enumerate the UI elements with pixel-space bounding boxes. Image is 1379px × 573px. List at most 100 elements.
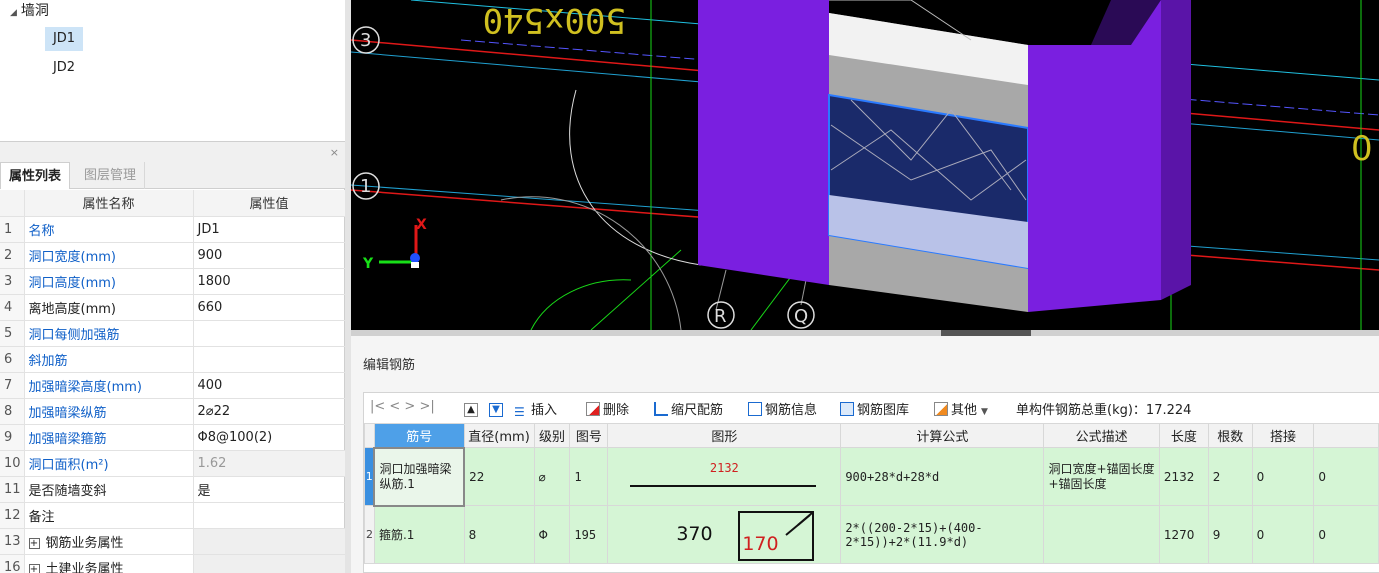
table-row[interactable]: 9 加强暗梁箍筋 Φ8@100(2) — [0, 424, 346, 451]
property-value[interactable] — [193, 346, 346, 373]
property-value[interactable] — [193, 320, 346, 347]
property-name: 是否随墙变斜 — [24, 476, 194, 503]
property-group-rebar[interactable]: + 钢筋业务属性 — [24, 528, 194, 555]
other-dropdown[interactable]: 其他 ▼ — [934, 399, 988, 418]
table-row[interactable]: 8 加强暗梁纵筋 2⌀22 — [0, 398, 346, 425]
table-row[interactable]: 6 斜加筋 — [0, 346, 346, 373]
table-row[interactable]: 1 名称 JD1 — [0, 216, 346, 243]
collapse-arrow-icon[interactable]: ◢ — [10, 8, 17, 18]
column-header-formula[interactable]: 计算公式 — [840, 423, 1045, 448]
column-header-bar-no[interactable]: 筋号 — [373, 423, 465, 448]
property-value[interactable]: 660 — [193, 294, 346, 321]
move-down-button[interactable]: ▼ — [489, 399, 506, 417]
column-header-grade[interactable]: 级别 — [533, 423, 571, 448]
cell-fig-no[interactable]: 1 — [569, 447, 609, 506]
property-value[interactable]: 是 — [193, 476, 346, 503]
cell-count[interactable]: 9 — [1207, 505, 1253, 564]
close-icon[interactable]: × — [330, 146, 339, 159]
column-header-lap[interactable]: 搭接 — [1251, 423, 1315, 448]
table-row[interactable]: 7 加强暗梁高度(mm) 400 — [0, 372, 346, 399]
table-row[interactable]: 1 洞口加强暗梁纵筋.1 22 ⌀ 1 2132 900+28*d+28*d 洞… — [364, 446, 1379, 507]
table-row[interactable]: 13 + 钢筋业务属性 — [0, 528, 346, 555]
table-row[interactable]: 5 洞口每侧加强筋 — [0, 320, 346, 347]
property-value — [193, 554, 346, 573]
axis-label-1: 1 — [360, 176, 371, 197]
insert-icon: ☰ — [514, 405, 525, 419]
cell-count[interactable]: 2 — [1207, 447, 1253, 506]
table-row[interactable]: 3 洞口高度(mm) 1800 — [0, 268, 346, 295]
table-row[interactable]: 2 洞口宽度(mm) 900 — [0, 242, 346, 269]
row-number: 3 — [0, 268, 25, 295]
cell-formula[interactable]: 900+28*d+28*d — [840, 447, 1045, 506]
cell-extra[interactable]: 0 — [1313, 447, 1379, 506]
rebar-grid-container: |< < > >| ▲ ▼ ☰ 插入 删除 缩尺配筋 钢筋信息 钢筋图库 其他 ▼ … — [363, 392, 1379, 573]
info-label: 钢筋信息 — [765, 403, 818, 418]
row-number[interactable]: 2 — [364, 505, 375, 564]
property-value[interactable]: 1800 — [193, 268, 346, 295]
cell-shape[interactable]: 370 170 — [607, 505, 842, 564]
column-header-fig-no[interactable]: 图号 — [569, 423, 609, 448]
expand-icon[interactable]: + — [28, 563, 40, 573]
cell-lap[interactable]: 0 — [1251, 505, 1315, 564]
cell-lap[interactable]: 0 — [1251, 447, 1315, 506]
property-group-civil[interactable]: + 土建业务属性 — [24, 554, 194, 573]
y-axis-label: Y — [362, 256, 374, 272]
tab-layers[interactable]: 图层管理 — [76, 162, 146, 189]
column-header-shape[interactable]: 图形 — [607, 423, 842, 448]
property-value[interactable]: 900 — [193, 242, 346, 269]
property-value[interactable]: Φ8@100(2) — [193, 424, 346, 451]
move-up-button[interactable]: ▲ — [464, 399, 481, 417]
column-header-count[interactable]: 根数 — [1207, 423, 1253, 448]
scale-rebar-button[interactable]: 缩尺配筋 — [654, 399, 723, 418]
column-header-diameter[interactable]: 直径(mm) — [463, 423, 535, 448]
property-value[interactable]: 400 — [193, 372, 346, 399]
cell-shape[interactable]: 2132 — [607, 447, 842, 506]
property-value-header: 属性值 — [193, 190, 346, 217]
cell-extra[interactable]: 0 — [1313, 505, 1379, 564]
cad-viewport[interactable]: 500x540 0 3 1 R Q X Y — [351, 0, 1379, 330]
tree-item-jd1[interactable]: JD1 — [45, 27, 83, 51]
expand-icon[interactable]: + — [28, 537, 40, 549]
cell-grade[interactable]: ⌀ — [533, 447, 571, 506]
cell-bar-name[interactable]: 箍筋.1 — [373, 505, 465, 564]
cell-grade[interactable]: Φ — [533, 505, 571, 564]
panel-tabs: 属性列表 图层管理 — [0, 162, 345, 189]
rebar-library-button[interactable]: 钢筋图库 — [840, 399, 909, 418]
table-row[interactable]: 11 是否随墙变斜 是 — [0, 476, 346, 503]
cell-diameter[interactable]: 22 — [463, 447, 535, 506]
property-value[interactable]: JD1 — [193, 216, 346, 243]
cell-formula[interactable]: 2*((200-2*15)+(400-2*15))+2*(11.9*d) — [840, 505, 1045, 564]
table-row[interactable]: 10 洞口面积(m²) 1.62 — [0, 450, 346, 477]
straight-bar-shape — [630, 484, 817, 487]
table-row[interactable]: 12 备注 — [0, 502, 346, 529]
tree-item-jd2[interactable]: JD2 — [45, 56, 83, 80]
column-header-length[interactable]: 长度 — [1158, 423, 1209, 448]
row-number[interactable]: 1 — [364, 447, 375, 506]
property-value[interactable] — [193, 502, 346, 529]
table-row[interactable]: 2 箍筋.1 8 Φ 195 370 170 2*((200-2*15)+(40… — [364, 505, 1379, 564]
x-axis-label: X — [416, 217, 427, 233]
column-header-extra[interactable] — [1313, 423, 1379, 448]
rebar-info-button[interactable]: 钢筋信息 — [748, 399, 817, 418]
other-icon — [934, 402, 948, 416]
property-name: 洞口每侧加强筋 — [24, 320, 194, 347]
delete-button[interactable]: 删除 — [586, 399, 629, 418]
cell-diameter[interactable]: 8 — [463, 505, 535, 564]
table-row[interactable]: 4 离地高度(mm) 660 — [0, 294, 346, 321]
table-row[interactable]: 16 + 土建业务属性 — [0, 554, 346, 573]
cell-length[interactable]: 1270 — [1158, 505, 1209, 564]
cell-description[interactable] — [1043, 505, 1160, 564]
cell-fig-no[interactable]: 195 — [569, 505, 609, 564]
record-navigation[interactable]: |< < > >| — [370, 399, 435, 414]
insert-button[interactable]: ☰ 插入 — [514, 399, 557, 419]
tab-properties[interactable]: 属性列表 — [0, 162, 71, 189]
property-value — [193, 528, 346, 555]
property-name: 斜加筋 — [24, 346, 194, 373]
cell-bar-name[interactable]: 洞口加强暗梁纵筋.1 — [373, 446, 466, 507]
property-value[interactable]: 2⌀22 — [193, 398, 346, 425]
rebar-toolbar: |< < > >| ▲ ▼ ☰ 插入 删除 缩尺配筋 钢筋信息 钢筋图库 其他 ▼ … — [364, 393, 1379, 422]
tree-node-wall-opening[interactable]: ◢ 墙洞 — [10, 0, 49, 20]
cell-length[interactable]: 2132 — [1158, 447, 1209, 506]
column-header-description[interactable]: 公式描述 — [1043, 423, 1160, 448]
cell-description[interactable]: 洞口宽度+锚固长度+锚固长度 — [1043, 447, 1160, 506]
